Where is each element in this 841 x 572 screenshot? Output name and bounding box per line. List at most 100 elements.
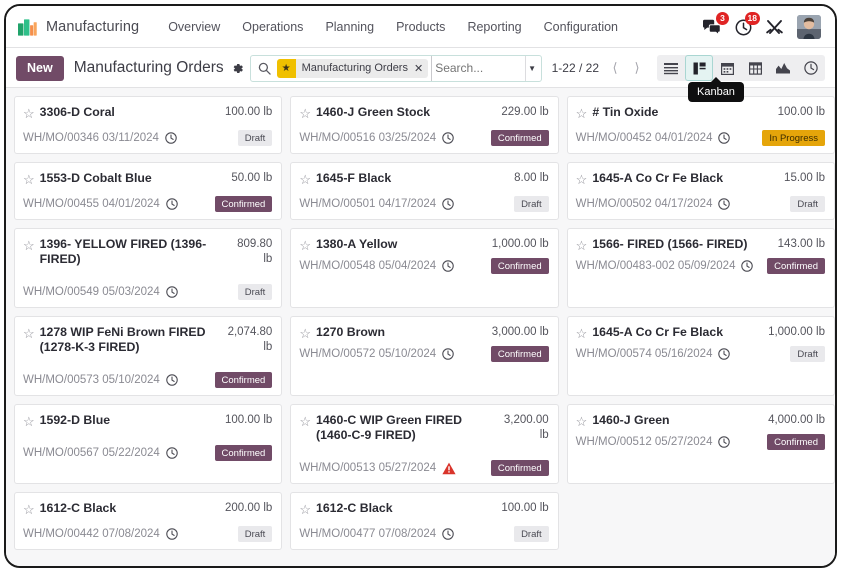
star-outline-icon[interactable]: ☆ <box>299 414 311 430</box>
kanban-card[interactable]: ☆ 1380-A Yellow 1,000.00 lb WH/MO/00548 … <box>290 228 559 308</box>
card-title: 1553-D Cobalt Blue <box>39 171 152 185</box>
clock-icon[interactable] <box>741 260 754 272</box>
clock-icon[interactable] <box>166 286 178 298</box>
clock-icon[interactable] <box>442 528 454 540</box>
kanban-column-3: ☆ # Tin Oxide 100.00 lb WH/MO/00452 04/0… <box>566 96 835 566</box>
status-badge: Draft <box>237 284 273 300</box>
clock-icon[interactable] <box>442 348 454 360</box>
kanban-view-icon[interactable] <box>685 55 713 81</box>
kanban-card[interactable]: ☆ 1612-C Black 100.00 lb WH/MO/00477 07/… <box>290 492 559 550</box>
kanban-card[interactable]: ☆ 1612-C Black 200.00 lb WH/MO/00442 07/… <box>14 492 283 550</box>
alert-warning-icon[interactable] <box>442 462 456 475</box>
card-reference: WH/MO/00452 04/01/2024 <box>575 132 713 144</box>
list-view-icon[interactable] <box>657 55 685 81</box>
card-quantity: 100.00 lb <box>501 502 549 514</box>
card-reference: WH/MO/00567 05/22/2024 <box>23 447 160 459</box>
kanban-card[interactable]: ☆ 1645-A Co Cr Fe Black 15.00 lb WH/MO/0… <box>566 162 835 220</box>
chevron-right-icon[interactable]: ⟩ <box>627 57 647 79</box>
card-title: 1380-A Yellow <box>315 237 398 251</box>
star-outline-icon[interactable]: ☆ <box>576 238 588 254</box>
wrench-tools-icon <box>766 19 783 34</box>
status-badge: Draft <box>514 526 549 542</box>
page-title: Manufacturing Orders <box>73 59 224 76</box>
search-input[interactable] <box>431 55 525 81</box>
star-outline-icon[interactable]: ☆ <box>299 238 311 254</box>
kanban-card[interactable]: ☆ 1460-J Green Stock 229.00 lb WH/MO/005… <box>290 96 559 154</box>
clock-icon[interactable] <box>166 447 178 459</box>
magnifier-glyph-icon <box>258 62 271 75</box>
status-badge: Confirmed <box>214 196 273 212</box>
star-outline-icon[interactable]: ☆ <box>23 414 35 430</box>
nav-item-operations[interactable]: Operations <box>231 15 314 39</box>
search-box[interactable]: ★ Manufacturing Orders ✕ ▼ <box>249 54 542 82</box>
star-outline-icon[interactable]: ☆ <box>299 326 311 342</box>
pager: 1-22 / 22 ⟨ ⟩ <box>552 57 647 79</box>
activity-view-icon[interactable] <box>797 55 825 81</box>
graph-view-icon[interactable] <box>769 55 797 81</box>
search-facet[interactable]: ★ Manufacturing Orders ✕ <box>276 58 429 78</box>
messages-button[interactable]: 3 <box>702 12 729 35</box>
activities-button[interactable]: 18 <box>735 11 760 36</box>
star-outline-icon[interactable]: ☆ <box>23 502 35 518</box>
star-outline-icon[interactable]: ☆ <box>23 172 35 188</box>
user-avatar-icon <box>797 15 821 39</box>
pivot-view-icon[interactable] <box>741 55 769 81</box>
card-quantity: 4,000.00 lb <box>768 414 825 426</box>
kanban-card[interactable]: ☆ 1592-D Blue 100.00 lb WH/MO/00567 05/2… <box>14 404 283 484</box>
clock-icon[interactable] <box>718 132 731 144</box>
new-button[interactable]: New <box>16 55 64 81</box>
card-quantity: 143.00 lb <box>777 238 825 250</box>
star-outline-icon[interactable]: ☆ <box>576 414 588 430</box>
star-outline-icon[interactable]: ☆ <box>576 172 588 188</box>
star-outline-icon[interactable]: ☆ <box>23 326 35 342</box>
clock-icon[interactable] <box>442 132 454 144</box>
nav-item-overview[interactable]: Overview <box>157 15 231 39</box>
kanban-column-1: ☆ 3306-D Coral 100.00 lb WH/MO/00346 03/… <box>14 96 283 566</box>
chevron-left-icon[interactable]: ⟨ <box>605 57 625 79</box>
kanban-card[interactable]: ☆ 1396- YELLOW FIRED (1396- FIRED) 809.8… <box>14 228 283 308</box>
star-outline-icon[interactable]: ☆ <box>299 172 311 188</box>
star-outline-icon[interactable]: ☆ <box>23 106 35 122</box>
status-badge: Draft <box>237 526 273 542</box>
clock-icon[interactable] <box>165 132 177 144</box>
card-reference: WH/MO/00501 04/17/2024 <box>299 198 437 210</box>
kanban-card[interactable]: ☆ # Tin Oxide 100.00 lb WH/MO/00452 04/0… <box>566 96 835 154</box>
nav-item-products[interactable]: Products <box>385 15 456 39</box>
star-outline-icon[interactable]: ☆ <box>576 326 588 342</box>
kanban-card[interactable]: ☆ 1553-D Cobalt Blue 50.00 lb WH/MO/0045… <box>14 162 283 220</box>
clock-icon[interactable] <box>166 198 178 210</box>
debug-button[interactable] <box>766 19 783 36</box>
kanban-card[interactable]: ☆ 1270 Brown 3,000.00 lb WH/MO/00572 05/… <box>290 316 559 396</box>
star-outline-icon[interactable]: ☆ <box>299 106 311 122</box>
clock-icon[interactable] <box>718 436 731 448</box>
gear-icon[interactable] <box>231 62 244 75</box>
avatar[interactable] <box>797 15 821 39</box>
clock-icon[interactable] <box>718 198 731 210</box>
app-brand[interactable]: Manufacturing <box>18 18 140 36</box>
star-outline-icon[interactable]: ☆ <box>299 502 311 518</box>
kanban-card[interactable]: ☆ 1460-J Green 4,000.00 lb WH/MO/00512 0… <box>566 404 835 484</box>
kanban-card[interactable]: ☆ 1645-A Co Cr Fe Black 1,000.00 lb WH/M… <box>566 316 835 396</box>
clock-icon[interactable] <box>442 198 454 210</box>
clock-icon[interactable] <box>718 348 731 360</box>
kanban-card[interactable]: ☆ 1645-F Black 8.00 lb WH/MO/00501 04/17… <box>290 162 559 220</box>
calendar-glyph-icon <box>720 62 734 75</box>
close-x-icon[interactable]: ✕ <box>411 58 429 78</box>
card-quantity: 100.00 lb <box>225 106 273 118</box>
nav-item-configuration[interactable]: Configuration <box>533 15 629 39</box>
card-reference: WH/MO/00512 05/27/2024 <box>575 436 713 448</box>
kanban-card[interactable]: ☆ 1278 WIP FeNi Brown FIRED (1278-K-3 FI… <box>14 316 283 396</box>
nav-item-reporting[interactable]: Reporting <box>456 15 532 39</box>
clock-icon[interactable] <box>166 374 178 386</box>
clock-icon[interactable] <box>442 260 454 272</box>
status-badge: Draft <box>237 130 273 146</box>
nav-item-planning[interactable]: Planning <box>314 15 385 39</box>
kanban-card[interactable]: ☆ 1566- FIRED (1566- FIRED) 143.00 lb WH… <box>566 228 835 308</box>
kanban-card[interactable]: ☆ 3306-D Coral 100.00 lb WH/MO/00346 03/… <box>14 96 283 154</box>
star-outline-icon[interactable]: ☆ <box>23 238 35 254</box>
kanban-card[interactable]: ☆ 1460-C WIP Green FIRED (1460-C-9 FIRED… <box>290 404 559 484</box>
caret-down-icon[interactable]: ▼ <box>524 55 539 81</box>
star-outline-icon[interactable]: ☆ <box>576 106 588 122</box>
clock-icon[interactable] <box>166 528 178 540</box>
brand-name: Manufacturing <box>46 19 140 35</box>
